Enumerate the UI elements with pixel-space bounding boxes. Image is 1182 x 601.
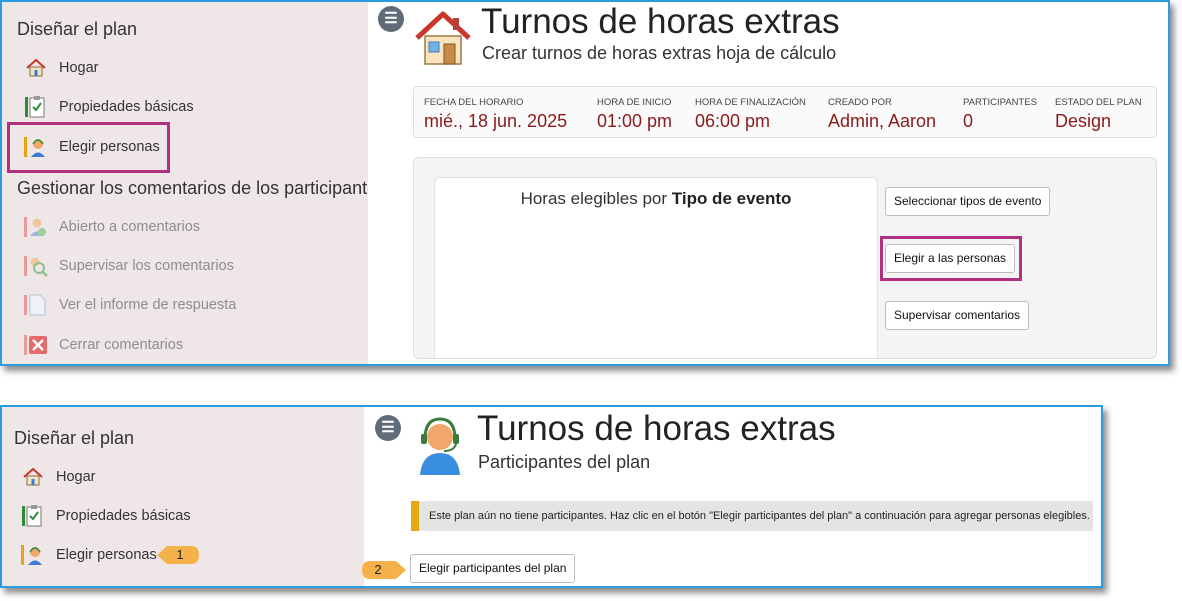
- person-headset-icon: [21, 543, 45, 567]
- info-created-by: CREADO POR Admin, Aaron: [828, 97, 936, 132]
- sidebar-item-home[interactable]: Hogar: [24, 53, 99, 83]
- choose-participants-button[interactable]: Elegir participantes del plan: [410, 554, 576, 583]
- close-comments-icon: [24, 333, 48, 357]
- page-subtitle: Crear turnos de horas extras hoja de cál…: [482, 43, 837, 63]
- sidebar-section-comments: Gestionar los comentarios de los partici…: [17, 178, 368, 198]
- sidebar-item-close-comments[interactable]: Cerrar comentarios: [24, 330, 183, 360]
- chart-title-prefix: Horas elegibles por: [520, 189, 672, 208]
- house-icon: [413, 8, 473, 68]
- callout-2: 2: [362, 559, 406, 581]
- sidebar-section-design: Diseñar el plan: [14, 428, 135, 448]
- select-event-types-button[interactable]: Seleccionar tipos de evento: [885, 187, 1051, 216]
- monitor-comments-icon: [24, 254, 48, 278]
- sidebar-item-basic-properties[interactable]: Propiedades básicas: [24, 92, 194, 122]
- sidebar-item-basic-properties[interactable]: Propiedades básicas: [21, 501, 191, 531]
- info-value: 01:00 pm: [597, 111, 673, 131]
- sidebar-item-label: Hogar: [56, 469, 96, 485]
- sidebar-item-label: Propiedades básicas: [56, 508, 191, 524]
- screenshot-plan-participants: Diseñar el plan Hogar Propiedades básica…: [0, 405, 1103, 588]
- no-participants-notice: Este plan aún no tiene participantes. Ha…: [411, 501, 1093, 531]
- page-subtitle: Participantes del plan: [478, 452, 651, 472]
- info-plan-status: ESTADO DEL PLAN Design: [1055, 97, 1142, 132]
- info-value: mié., 18 jun. 2025: [424, 111, 568, 131]
- menu-toggle-button[interactable]: ☰: [378, 6, 404, 32]
- sidebar-item-label: Propiedades básicas: [59, 99, 194, 115]
- person-headset-icon: [414, 415, 466, 475]
- sidebar-item-open-comments[interactable]: Abierto a comentarios: [24, 212, 200, 242]
- sidebar: Diseñar el plan Hogar Propiedades básica…: [2, 2, 368, 364]
- home-icon: [21, 465, 45, 489]
- info-value: 0: [963, 111, 974, 131]
- sidebar-section-design: Diseñar el plan: [17, 19, 138, 39]
- sidebar-item-response-report[interactable]: Ver el informe de respuesta: [24, 290, 236, 320]
- info-label: HORA DE FINALIZACIÓN: [695, 97, 806, 108]
- info-label: CREADO POR: [828, 97, 892, 108]
- plan-info-bar: FECHA DEL HORARIO mié., 18 jun. 2025 HOR…: [413, 86, 1157, 138]
- eligible-hours-chart: Horas elegibles por Tipo de evento: [434, 177, 878, 358]
- monitor-comments-button[interactable]: Supervisar comentarios: [885, 301, 1030, 330]
- info-schedule-date: FECHA DEL HORARIO mié., 18 jun. 2025: [424, 97, 567, 132]
- sidebar-item-label: Elegir personas: [56, 547, 157, 563]
- checklist-icon: [24, 95, 48, 119]
- report-icon: [24, 293, 48, 317]
- info-value: 06:00 pm: [695, 111, 771, 131]
- info-participants: PARTICIPANTES 0: [963, 97, 1037, 132]
- callout-1: 1: [157, 544, 199, 566]
- sidebar: Diseñar el plan Hogar Propiedades básica…: [2, 407, 364, 586]
- page-title: Turnos de horas extras: [477, 409, 836, 448]
- home-icon: [24, 56, 48, 80]
- info-value: Design: [1055, 111, 1112, 131]
- plan-panel: Horas elegibles por Tipo de evento Selec…: [413, 157, 1157, 359]
- chart-title-bold: Tipo de evento: [671, 189, 792, 208]
- info-label: PARTICIPANTES: [963, 97, 1037, 108]
- highlight-choose-people: [7, 122, 170, 173]
- info-label: ESTADO DEL PLAN: [1055, 97, 1142, 108]
- screenshot-plan-home: Diseñar el plan Hogar Propiedades básica…: [0, 0, 1170, 366]
- checklist-icon: [21, 504, 45, 528]
- sidebar-item-label: Abierto a comentarios: [59, 219, 201, 235]
- chart-title: Horas elegibles por Tipo de evento: [435, 189, 877, 209]
- callout-number: 1: [176, 547, 184, 562]
- sidebar-item-home[interactable]: Hogar: [21, 462, 96, 492]
- info-end-time: HORA DE FINALIZACIÓN 06:00 pm: [695, 97, 806, 132]
- highlight-choose-people-button: [880, 236, 1022, 281]
- info-value: Admin, Aaron: [828, 111, 937, 131]
- info-label: HORA DE INICIO: [597, 97, 672, 108]
- sidebar-item-monitor-comments[interactable]: Supervisar los comentarios: [24, 251, 234, 281]
- info-label: FECHA DEL HORARIO: [424, 97, 524, 108]
- sidebar-item-label: Cerrar comentarios: [59, 337, 184, 353]
- page-title: Turnos de horas extras: [481, 2, 840, 41]
- sidebar-item-label: Ver el informe de respuesta: [59, 297, 237, 313]
- sidebar-item-choose-people[interactable]: Elegir personas: [21, 540, 157, 570]
- callout-number: 2: [374, 562, 382, 577]
- sidebar-item-label: Supervisar los comentarios: [59, 258, 234, 274]
- open-comments-icon: [24, 215, 48, 239]
- sidebar-item-label: Hogar: [59, 60, 99, 76]
- info-start-time: HORA DE INICIO 01:00 pm: [597, 97, 672, 132]
- menu-toggle-button[interactable]: ☰: [375, 415, 401, 441]
